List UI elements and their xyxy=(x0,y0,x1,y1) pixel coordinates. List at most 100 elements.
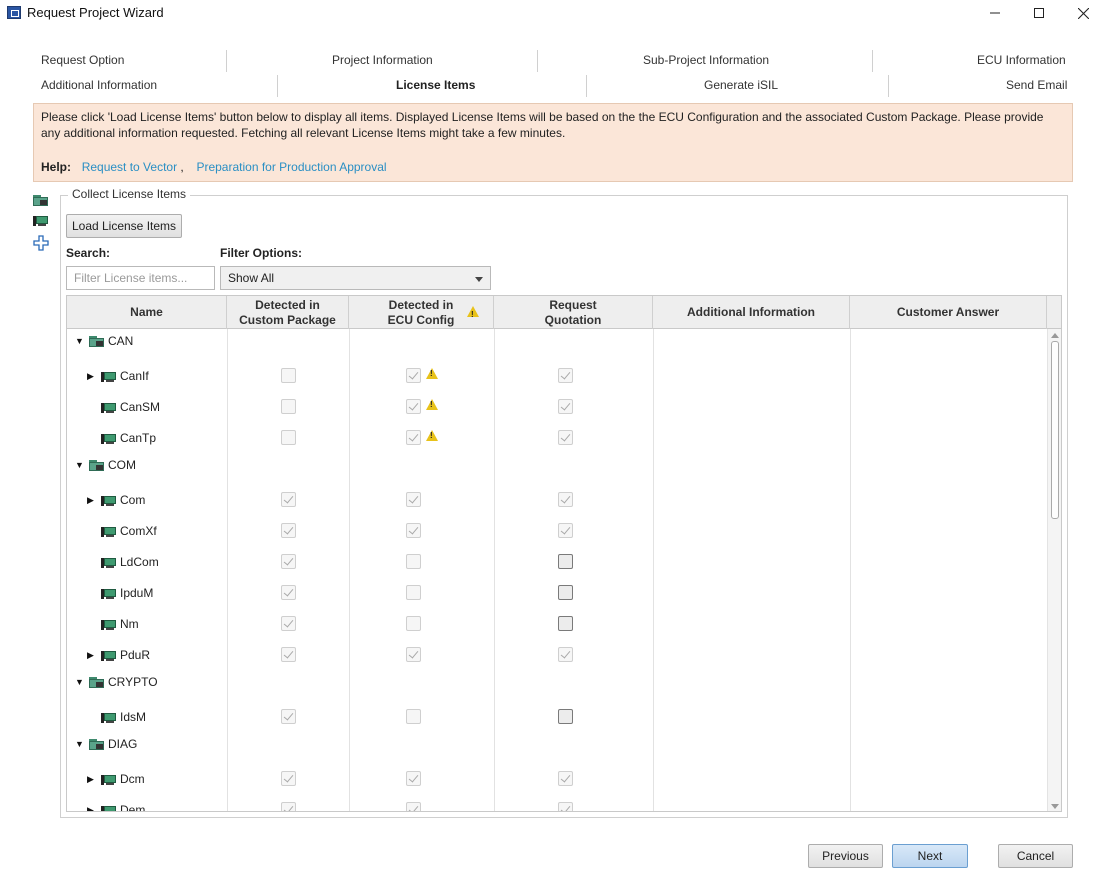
collapse-arrow-icon[interactable]: ▼ xyxy=(75,336,85,346)
next-button[interactable]: Next xyxy=(892,844,968,868)
step-divider xyxy=(537,50,538,72)
ecu-config-checkbox xyxy=(406,399,421,414)
step-request-option[interactable]: Request Option xyxy=(41,53,124,67)
collapse-arrow-icon[interactable]: ▼ xyxy=(75,460,85,470)
module-icon[interactable] xyxy=(33,215,49,229)
table-row[interactable]: ComXf xyxy=(67,515,1047,546)
tree-group-row[interactable]: ▼ CRYPTO xyxy=(67,670,1047,701)
table-row[interactable]: ▶ Dcm xyxy=(67,763,1047,794)
help-link-production-approval[interactable]: Preparation for Production Approval xyxy=(196,160,386,174)
step-ecu-information[interactable]: ECU Information xyxy=(977,53,1066,67)
add-icon[interactable] xyxy=(33,235,49,251)
expand-arrow-icon[interactable]: ▶ xyxy=(87,650,97,661)
tree-node-label: IpduM xyxy=(120,586,154,600)
tree-node[interactable]: ▼ CRYPTO xyxy=(75,670,158,694)
tree-node[interactable]: IdsM xyxy=(87,705,146,729)
expand-arrow-icon[interactable]: ▶ xyxy=(87,371,97,382)
ecu-config-checkbox xyxy=(406,709,421,724)
table-row[interactable]: IdsM xyxy=(67,701,1047,732)
tree-node[interactable]: ▶ CanIf xyxy=(87,364,149,388)
search-label: Search: xyxy=(66,246,111,260)
column-header-ecu-config-label: Detected in ECU Config xyxy=(387,297,455,327)
expand-arrow-icon[interactable]: ▶ xyxy=(87,805,97,812)
column-header-custom-package[interactable]: Detected in Custom Package xyxy=(227,296,349,329)
table-row[interactable]: IpduM xyxy=(67,577,1047,608)
close-button[interactable] xyxy=(1060,0,1106,26)
step-divider xyxy=(277,75,278,97)
scroll-down-icon[interactable] xyxy=(1051,804,1059,809)
table-row[interactable]: CanTp xyxy=(67,422,1047,453)
tree-node[interactable]: ▶ Com xyxy=(87,488,145,512)
step-additional-information[interactable]: Additional Information xyxy=(41,78,157,92)
folder-package-icon[interactable] xyxy=(33,195,49,209)
tree-node[interactable]: IpduM xyxy=(87,581,153,605)
tree-node[interactable]: CanTp xyxy=(87,426,156,450)
tree-node[interactable]: ComXf xyxy=(87,519,157,543)
step-generate-isil[interactable]: Generate iSIL xyxy=(704,78,778,92)
scroll-up-icon[interactable] xyxy=(1051,333,1059,338)
search-input[interactable] xyxy=(66,266,215,290)
tree-node-label: LdCom xyxy=(120,555,159,569)
tree-node[interactable]: LdCom xyxy=(87,550,159,574)
tree-node-label: IdsM xyxy=(120,710,147,724)
tree-node-label: COM xyxy=(108,458,136,472)
request-quotation-checkbox[interactable] xyxy=(558,709,573,724)
column-header-request-quotation[interactable]: Request Quotation xyxy=(494,296,653,329)
tree-node[interactable]: Nm xyxy=(87,612,139,636)
column-header-ecu-config[interactable]: Detected in ECU Config xyxy=(349,296,494,329)
table-row[interactable]: ▶ PduR xyxy=(67,639,1047,670)
custom-package-checkbox xyxy=(281,647,296,662)
column-header-name[interactable]: Name xyxy=(67,296,227,329)
table-row[interactable]: ▶ CanIf xyxy=(67,360,1047,391)
previous-button[interactable]: Previous xyxy=(808,844,883,868)
request-quotation-checkbox xyxy=(558,368,573,383)
step-license-items[interactable]: License Items xyxy=(396,78,475,92)
step-send-email[interactable]: Send Email xyxy=(1006,78,1067,92)
filter-options-select[interactable]: Show All xyxy=(220,266,491,290)
custom-package-checkbox xyxy=(281,430,296,445)
tree-group-row[interactable]: ▼ COM xyxy=(67,453,1047,484)
table-row[interactable]: ▶ Dem xyxy=(67,794,1047,812)
license-items-table: Name Detected in Custom Package Detected… xyxy=(66,295,1062,812)
module-icon xyxy=(101,526,116,537)
tree-group-row[interactable]: ▼ CAN xyxy=(67,329,1047,360)
module-icon xyxy=(101,371,116,382)
tree-node-label: DIAG xyxy=(108,737,138,751)
maximize-button[interactable] xyxy=(1016,0,1062,26)
tree-node-label: CAN xyxy=(108,334,134,348)
collapse-arrow-icon[interactable]: ▼ xyxy=(75,677,85,687)
tree-node[interactable]: ▶ Dem xyxy=(87,798,145,812)
request-quotation-checkbox[interactable] xyxy=(558,616,573,631)
table-row[interactable]: LdCom xyxy=(67,546,1047,577)
warning-icon xyxy=(426,430,438,441)
tree-node[interactable]: ▼ DIAG xyxy=(75,732,137,756)
table-row[interactable]: ▶ Com xyxy=(67,484,1047,515)
tree-node[interactable]: ▶ Dcm xyxy=(87,767,145,791)
scrollbar-thumb[interactable] xyxy=(1051,341,1059,519)
tree-node[interactable]: CanSM xyxy=(87,395,160,419)
load-license-items-button[interactable]: Load License Items xyxy=(66,214,182,238)
filter-options-label: Filter Options: xyxy=(220,246,302,260)
request-quotation-checkbox[interactable] xyxy=(558,554,573,569)
tree-node[interactable]: ▶ PduR xyxy=(87,643,150,667)
tree-node-label: Nm xyxy=(120,617,139,631)
table-row[interactable]: Nm xyxy=(67,608,1047,639)
table-row[interactable]: CanSM xyxy=(67,391,1047,422)
custom-package-checkbox xyxy=(281,523,296,538)
tree-node[interactable]: ▼ CAN xyxy=(75,329,133,353)
vertical-scrollbar[interactable] xyxy=(1047,329,1061,811)
column-header-additional-information[interactable]: Additional Information xyxy=(653,296,850,329)
minimize-button[interactable] xyxy=(972,0,1018,26)
expand-arrow-icon[interactable]: ▶ xyxy=(87,495,97,506)
tree-node[interactable]: ▼ COM xyxy=(75,453,136,477)
help-link-request-to-vector[interactable]: Request to Vector xyxy=(82,160,177,174)
folder-package-icon xyxy=(89,676,104,688)
expand-arrow-icon[interactable]: ▶ xyxy=(87,774,97,785)
tree-group-row[interactable]: ▼ DIAG xyxy=(67,732,1047,763)
step-project-information[interactable]: Project Information xyxy=(332,53,433,67)
step-sub-project-information[interactable]: Sub-Project Information xyxy=(643,53,769,67)
collapse-arrow-icon[interactable]: ▼ xyxy=(75,739,85,749)
cancel-button[interactable]: Cancel xyxy=(998,844,1073,868)
column-header-customer-answer[interactable]: Customer Answer xyxy=(850,296,1047,329)
request-quotation-checkbox[interactable] xyxy=(558,585,573,600)
